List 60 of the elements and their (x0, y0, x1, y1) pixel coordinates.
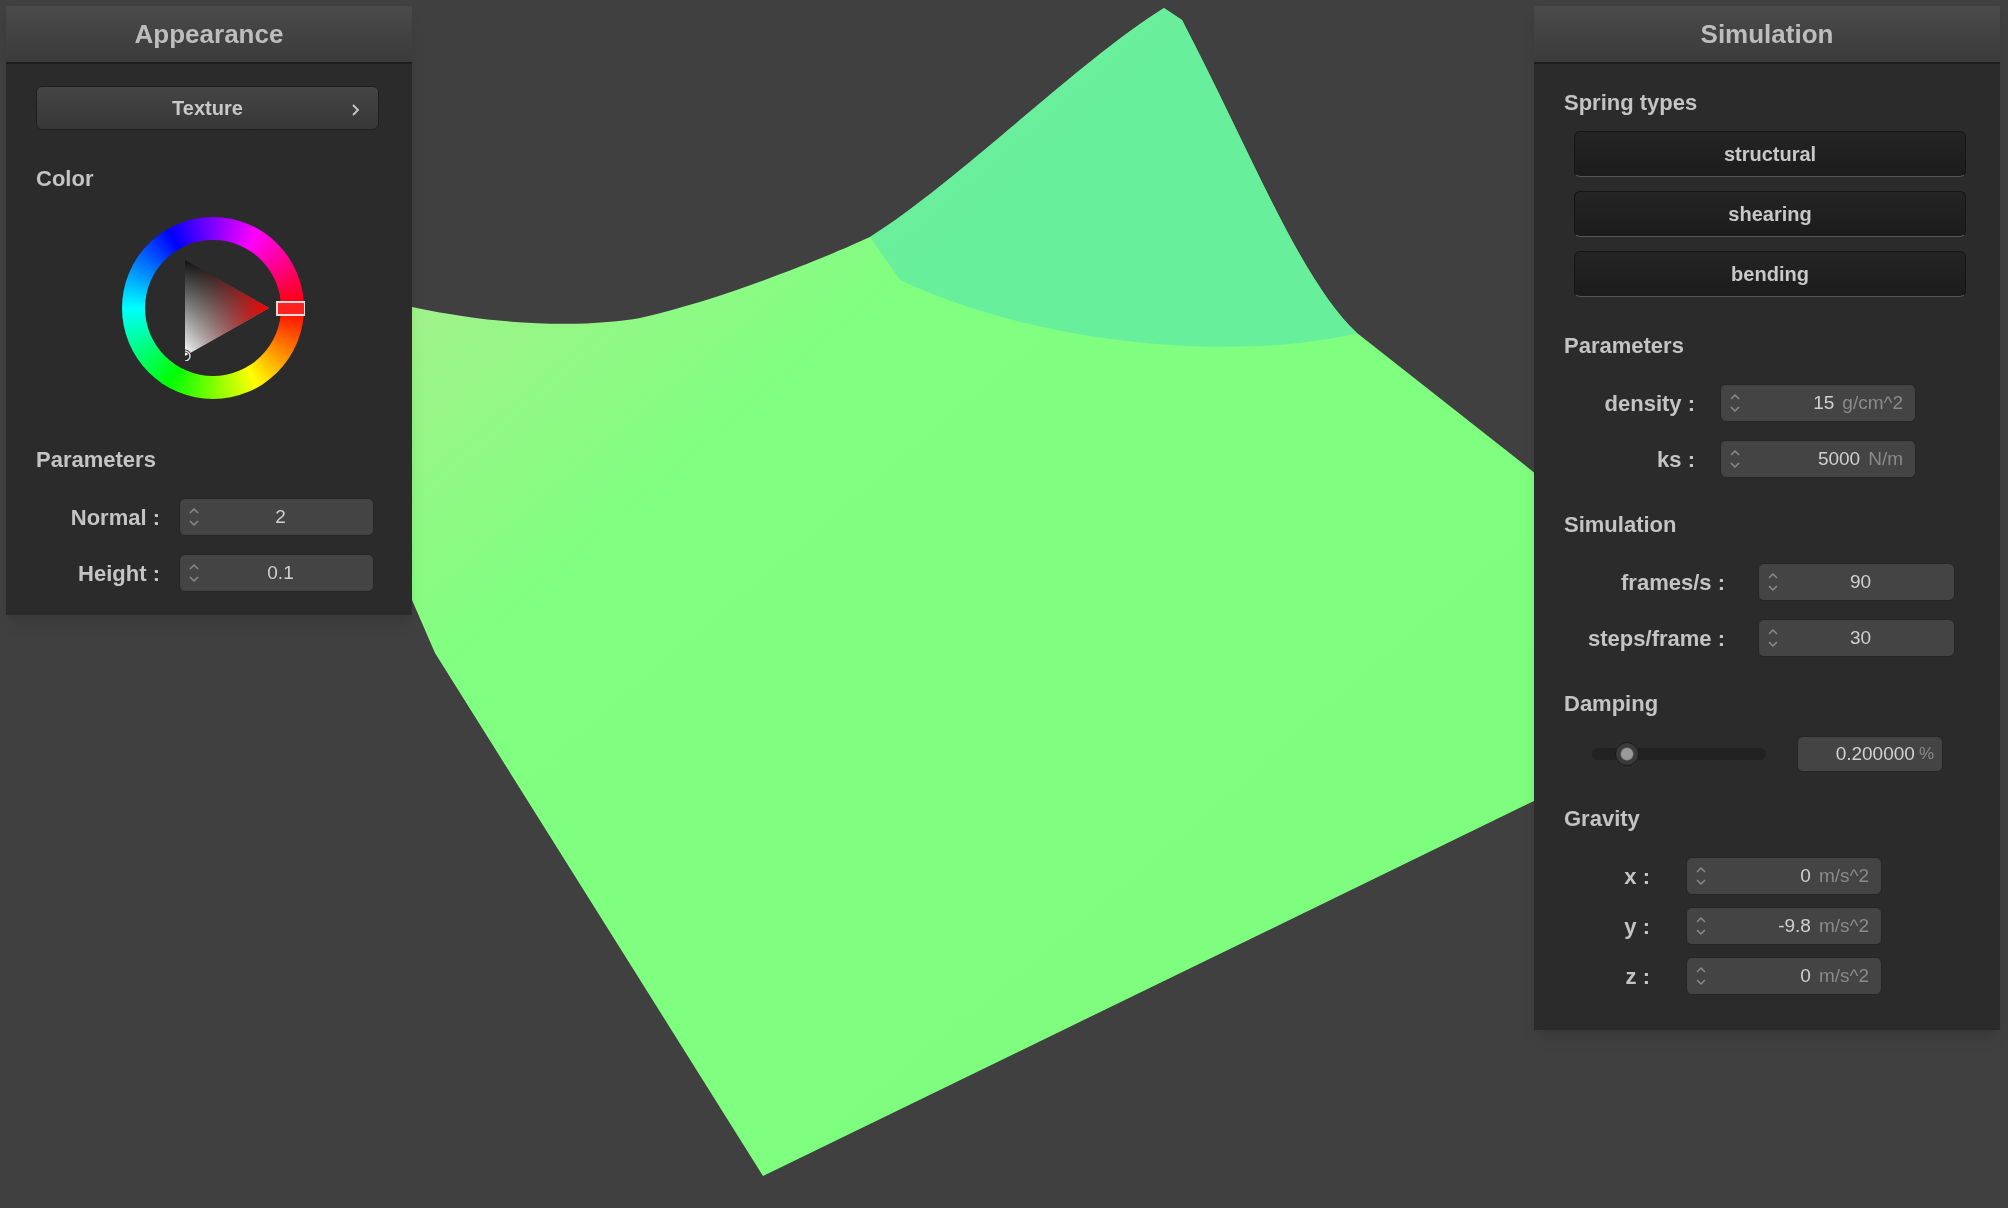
number-field[interactable]: 0 m/s^2 (1686, 857, 1882, 895)
chevron-right-icon (352, 104, 360, 116)
spring-type-button[interactable]: structural (1574, 131, 1966, 177)
section-heading: Parameters (1564, 332, 1685, 360)
field-value: -9.8 (1777, 913, 1811, 938)
number-field[interactable]: 5000 N/m (1720, 440, 1916, 478)
field-value: 0 (1799, 963, 1811, 988)
field-label: z : (1624, 962, 1650, 991)
number-field[interactable]: 30 (1758, 619, 1955, 657)
number-field[interactable]: 0 m/s^2 (1686, 957, 1882, 995)
spinner-arrows-icon[interactable] (1767, 627, 1779, 649)
field-label: x : (1623, 862, 1650, 891)
unit-label: % (1918, 743, 1934, 766)
spinner-arrows-icon[interactable] (188, 506, 200, 528)
spinner-arrows-icon[interactable] (1729, 392, 1741, 414)
spinner-arrows-icon[interactable] (188, 562, 200, 584)
spinner-arrows-icon[interactable] (1695, 865, 1707, 887)
field-value: 15 (1812, 390, 1835, 415)
field-value: 0 (1799, 863, 1811, 888)
number-field[interactable]: 15 g/cm^2 (1720, 384, 1916, 422)
number-field[interactable]: 2 (179, 498, 374, 536)
number-field[interactable]: 90 (1758, 563, 1955, 601)
spinner-arrows-icon[interactable] (1695, 915, 1707, 937)
panel-title-bar: Appearance (6, 6, 412, 64)
field-value: 0.1 (266, 560, 295, 585)
number-field[interactable]: 0.1 (179, 554, 374, 592)
spinner-arrows-icon[interactable] (1695, 965, 1707, 987)
field-label: steps/frame : (1587, 624, 1725, 653)
section-heading: Damping (1564, 690, 1660, 718)
section-heading: Parameters (36, 446, 157, 474)
section-heading: Spring types (1564, 89, 1699, 117)
spring-type-button[interactable]: bending (1574, 251, 1966, 297)
section-heading: Color (36, 165, 95, 193)
field-label: frames/s : (1620, 568, 1725, 597)
field-label: density : (1603, 389, 1695, 418)
unit-label: N/m (1868, 446, 1903, 471)
section-heading: Gravity (1564, 805, 1641, 833)
slider-thumb[interactable] (1614, 742, 1639, 766)
unit-label: g/cm^2 (1842, 390, 1903, 415)
damping-slider[interactable] (1592, 742, 1766, 766)
field-label: Normal : (69, 503, 160, 532)
number-field[interactable]: -9.8 m/s^2 (1686, 907, 1882, 945)
panel-title-bar: Simulation (1534, 6, 2000, 64)
unit-label: m/s^2 (1818, 863, 1869, 888)
texture-button[interactable]: Texture (36, 86, 379, 130)
field-label: Height : (77, 559, 160, 588)
field-label: y : (1623, 912, 1650, 941)
damping-field[interactable]: 0.200000 % (1797, 736, 1943, 772)
section-heading: Simulation (1564, 511, 1678, 539)
spinner-arrows-icon[interactable] (1729, 448, 1741, 470)
field-value: 2 (274, 504, 287, 529)
field-label: ks : (1656, 445, 1695, 474)
spring-type-button[interactable]: shearing (1574, 191, 1966, 237)
field-value: 0.200000 (1835, 741, 1915, 766)
field-value: 5000 (1816, 446, 1861, 471)
field-value: 30 (1848, 625, 1873, 650)
unit-label: m/s^2 (1818, 963, 1869, 988)
unit-label: m/s^2 (1818, 913, 1869, 938)
field-value: 90 (1848, 569, 1873, 594)
spinner-arrows-icon[interactable] (1767, 571, 1779, 593)
